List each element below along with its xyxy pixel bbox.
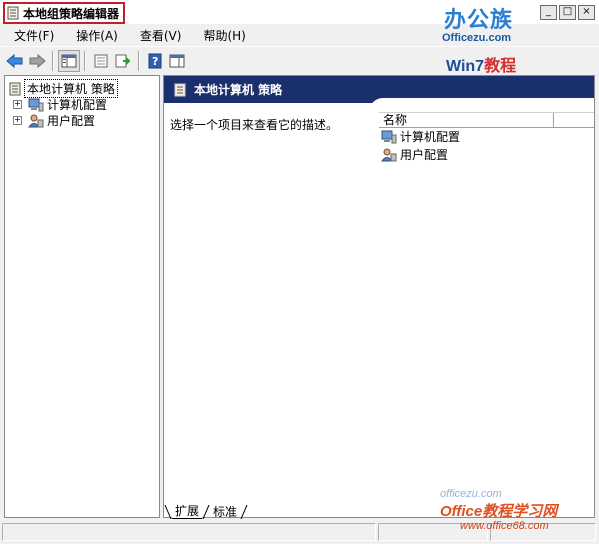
show-hide-action-pane-icon <box>169 54 185 68</box>
forward-arrow-icon <box>29 54 46 68</box>
svg-text:?: ? <box>152 55 158 68</box>
header-curve <box>369 98 594 112</box>
forward-button[interactable] <box>26 50 48 72</box>
export-list-button[interactable] <box>112 50 134 72</box>
tab-divider <box>164 505 172 519</box>
back-arrow-icon <box>6 54 23 68</box>
title-bar: 本地组策略编辑器 办公族 Officezu.com Win7教程 _ □ × <box>0 0 599 75</box>
list-item-computer-config[interactable]: 计算机配置 <box>381 128 460 145</box>
export-list-icon <box>115 54 131 68</box>
menu-action[interactable]: 操作(A) <box>62 27 126 44</box>
list-item-user-config[interactable]: 用户配置 <box>381 146 448 163</box>
list-column-header: 名称 <box>379 112 594 128</box>
description-text: 选择一个项目来查看它的描述。 <box>170 118 339 132</box>
policy-document-icon <box>9 82 21 95</box>
expand-icon[interactable]: + <box>13 100 22 109</box>
tab-divider <box>240 505 248 519</box>
window-title-highlight: 本地组策略编辑器 <box>3 2 126 24</box>
tree-item-user-config[interactable]: + 用户配置 <box>13 112 95 129</box>
details-header-title: 本地计算机 策略 <box>194 83 283 97</box>
policy-document-icon <box>7 6 19 20</box>
tab-divider <box>202 505 210 519</box>
show-hide-tree-icon <box>61 54 77 68</box>
watermark-brand-bottom: Office教程学习网 <box>440 503 558 520</box>
status-cell-main <box>2 523 376 541</box>
maximize-button[interactable]: □ <box>559 5 576 20</box>
menu-view[interactable]: 查看(V) <box>126 27 190 44</box>
navigation-tree[interactable]: 本地计算机 策略 + 计算机配置 + 用户配置 <box>4 75 160 518</box>
tree-item-label: 计算机配置 <box>47 98 108 112</box>
toolbar: ? <box>0 46 599 75</box>
computer-config-icon <box>28 98 44 111</box>
watermark-faint-url: officezu.com <box>440 488 502 500</box>
tab-extended[interactable]: 扩展 <box>172 504 203 519</box>
show-hide-tree-button[interactable] <box>58 50 80 72</box>
list-item-label: 用户配置 <box>400 148 449 162</box>
toolbar-separator <box>52 51 54 71</box>
view-tabs: 扩展 标准 <box>164 503 248 519</box>
tree-item-label: 用户配置 <box>47 114 96 128</box>
details-pane: 本地计算机 策略 选择一个项目来查看它的描述。 名称 计算机配置 用户配置 扩展… <box>163 75 595 519</box>
window-title: 本地组策略编辑器 <box>23 6 120 21</box>
menu-bar: 文件(F) 操作(A) 查看(V) 帮助(H) <box>0 24 599 46</box>
tab-standard[interactable]: 标准 <box>210 505 240 519</box>
minimize-button[interactable]: _ <box>540 5 557 20</box>
policy-document-icon <box>174 83 186 96</box>
properties-button[interactable] <box>90 50 112 72</box>
close-button[interactable]: × <box>578 5 595 20</box>
toolbar-separator <box>138 51 140 71</box>
help-button[interactable]: ? <box>144 50 166 72</box>
menu-help[interactable]: 帮助(H) <box>189 27 253 44</box>
computer-config-icon <box>381 130 397 143</box>
menu-file[interactable]: 文件(F) <box>0 27 62 44</box>
show-hide-action-pane-button[interactable] <box>166 50 188 72</box>
user-config-icon <box>381 148 397 161</box>
tree-item-computer-config[interactable]: + 计算机配置 <box>13 96 107 113</box>
list-item-label: 计算机配置 <box>400 130 461 144</box>
properties-icon <box>94 54 108 68</box>
watermark-url-bottom: www.office68.com <box>460 520 549 532</box>
user-config-icon <box>28 114 44 127</box>
toolbar-separator <box>84 51 86 71</box>
column-empty-header[interactable] <box>554 113 592 127</box>
back-button[interactable] <box>4 50 26 72</box>
help-icon: ? <box>148 53 162 69</box>
column-name-header[interactable]: 名称 <box>379 113 554 127</box>
expand-icon[interactable]: + <box>13 116 22 125</box>
window-controls: _ □ × <box>540 5 595 20</box>
office68-watermark: officezu.com Office教程学习网 www.office68.co… <box>430 488 599 544</box>
